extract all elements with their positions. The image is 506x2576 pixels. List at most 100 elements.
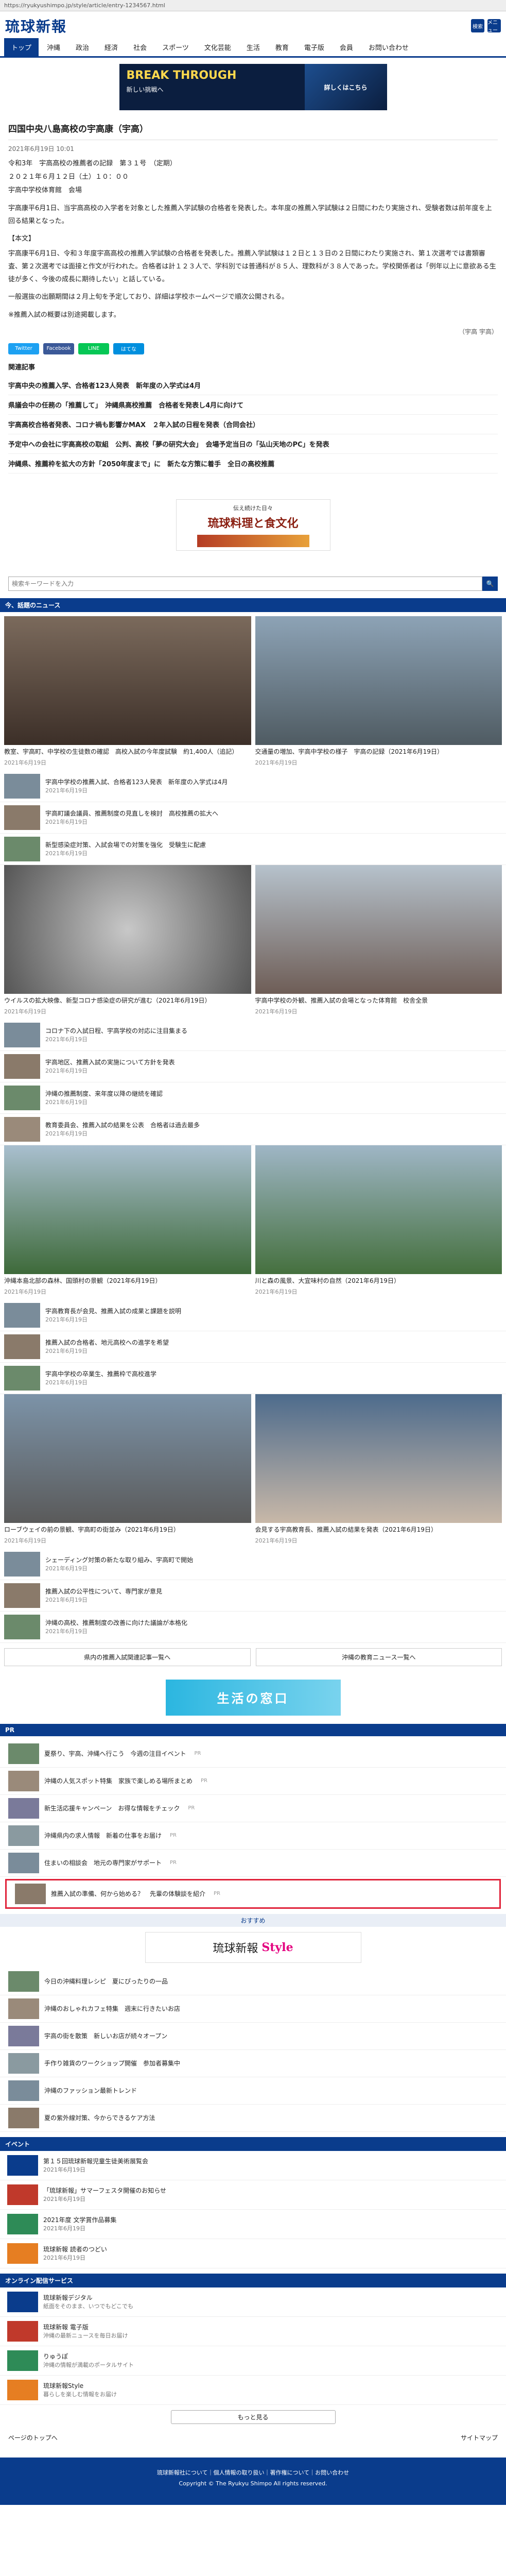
thumbnail-image <box>4 836 40 861</box>
feature-card[interactable]: ローブウェイの前の景観、宇高町の街並み（2021年6月19日） 2021年6月1… <box>4 1394 251 1545</box>
thumbnail-image <box>4 773 40 799</box>
list-item-date: 2021年6月19日 <box>45 850 88 857</box>
nav-item[interactable]: 政治 <box>68 38 96 56</box>
share-line-button[interactable]: LINE <box>78 343 109 354</box>
list-item[interactable]: 宇高教育長が会見、推薦入試の成果と課題を説明 2021年6月19日 <box>0 1300 506 1331</box>
search-input[interactable] <box>8 576 482 591</box>
side-block-item[interactable]: 琉球新報デジタル 紙面をそのまま、いつでもどこでも <box>0 2287 506 2317</box>
list-item[interactable]: 沖縄の推薦制度、来年度以降の継続を確認 2021年6月19日 <box>0 1082 506 1114</box>
list-item[interactable]: 推薦入試の公平性について、専門家が意見 2021年6月19日 <box>0 1580 506 1612</box>
pr-item[interactable]: 新生活応援キャンペーン お得な情報をチェック PR <box>0 1795 506 1822</box>
pr-item-title: 手作り雑貨のワークショップ開催 参加者募集中 <box>44 2060 181 2067</box>
nav-item[interactable]: お問い合わせ <box>361 38 416 56</box>
nav-item[interactable]: トップ <box>4 38 39 56</box>
footer-nav[interactable]: 琉球新報社について｜個人情報の取り扱い｜著作権について｜お問い合わせ <box>10 2468 496 2479</box>
feature-card[interactable]: 沖縄本島北部の森林、国頭村の景観（2021年6月19日） 2021年6月19日 <box>4 1145 251 1296</box>
side-block-item[interactable]: りゅうぽ 沖縄の情報が満載のポータルサイト <box>0 2346 506 2376</box>
pr-item[interactable]: 夏の紫外線対策、今からできるケア方法 <box>0 2105 506 2132</box>
pr-item[interactable]: 手作り雑貨のワークショップ開催 参加者募集中 <box>0 2050 506 2077</box>
menu-icon[interactable]: メニュー <box>487 19 501 33</box>
url-bar[interactable]: https://ryukyushimpo.jp/style/article/en… <box>0 0 506 11</box>
feature-card[interactable]: ウイルスの拡大映像、新型コロナ感染症の研究が進む（2021年6月19日） 202… <box>4 865 251 1015</box>
thumbnail-image <box>8 2080 39 2101</box>
share-hatena-button[interactable]: はてな <box>113 343 144 354</box>
list-item[interactable]: 宇高地区、推薦入試の実施について方針を発表 2021年6月19日 <box>0 1051 506 1082</box>
side-block-item[interactable]: 琉球新報 電子版 沖縄の最新ニュースを毎日お届け <box>0 2317 506 2346</box>
side-block: オンライン配信サービス 琉球新報デジタル 紙面をそのまま、いつでもどこでも 琉球新報 … <box>0 2273 506 2405</box>
thumbnail-image <box>4 1302 40 1328</box>
thumbnail-image <box>8 1852 39 1873</box>
list-item[interactable]: 推薦入試の合格者、地元高校への進学を希望 2021年6月19日 <box>0 1331 506 1363</box>
pr-item[interactable]: 夏祭り、宇高、沖縄へ行こう 今週の注目イベント PR <box>0 1740 506 1768</box>
link-box[interactable]: 県内の推薦入試関連記事一覧へ <box>4 1648 251 1666</box>
list-item[interactable]: 宇高中学校の推薦入試、合格者123人発表 新年度の入学式は4月 2021年6月19… <box>0 771 506 802</box>
nav-item[interactable]: スポーツ <box>155 38 196 56</box>
related-item[interactable]: 県議会中の任務の「推薦して」 沖縄県高校推薦 合格者を発表し4月に向けて <box>8 395 498 415</box>
feature-card[interactable]: 宇高中学校の外観、推薦入試の会場となった体育館 校舎全景 2021年6月19日 <box>255 865 502 1015</box>
pr-item[interactable]: 沖縄県内の求人情報 新着の仕事をお届け PR <box>0 1822 506 1850</box>
related-item[interactable]: 宇高高校合格者発表、コロナ禍も影響かMAX ２年入試の日程を発表（合同会社） <box>8 415 498 434</box>
pr-item[interactable]: 沖縄のおしゃれカフェ特集 週末に行きたいお店 <box>0 1995 506 2023</box>
side-block-item[interactable]: 琉球新報 読者のつどい 2021年6月19日 <box>0 2239 506 2268</box>
list-item-title: 宇高教育長が会見、推薦入試の成果と課題を説明 <box>45 1307 182 1315</box>
nav-item[interactable]: 文化芸能 <box>197 38 238 56</box>
pr-item[interactable]: 今日の沖縄料理レシピ 夏にぴったりの一品 <box>0 1968 506 1995</box>
pr-tag: PR <box>170 1860 177 1866</box>
list-item[interactable]: 宇高中学校の卒業生、推薦枠で高校進学 2021年6月19日 <box>0 1363 506 1394</box>
related-item[interactable]: 沖縄県、推薦枠を拡大の方針「2050年度まで」に 新たな方策に着手 全日の高校推… <box>8 454 498 473</box>
nav-item[interactable]: 生活 <box>239 38 267 56</box>
pr-item[interactable]: 宇高の街を散策 新しいお店が続々オープン <box>0 2023 506 2050</box>
list-item[interactable]: シェーディング対策の新たな取り組み、宇高町で開始 2021年6月19日 <box>0 1549 506 1580</box>
side-block-item[interactable]: 琉球新報Style 暮らしを楽しむ情報をお届け <box>0 2376 506 2405</box>
pr-list: 夏祭り、宇高、沖縄へ行こう 今週の注目イベント PR 沖縄の人気スポット特集 家族で… <box>0 1740 506 1909</box>
search-icon[interactable]: 検索 <box>471 19 484 32</box>
pr-item[interactable]: 沖縄のファッション最新トレンド <box>0 2077 506 2105</box>
feature-card[interactable]: 会見する宇高教育長、推薦入試の結果を発表（2021年6月19日） 2021年6月… <box>255 1394 502 1545</box>
seikatsu-banner[interactable]: 生活の窓口 <box>165 1679 341 1716</box>
pr-item[interactable]: 住まいの相談会 地元の専門家がサポート PR <box>0 1850 506 1877</box>
banner-cta[interactable]: 詳しくはこちら <box>304 64 387 110</box>
feature-card[interactable]: 交通量の増加、宇高中学校の様子 宇高の記録（2021年6月19日） 2021年6… <box>255 616 502 767</box>
list-item-title: 沖縄の推薦制度、来年度以降の継続を確認 <box>45 1090 163 1097</box>
pr-item[interactable]: 推薦入試の準備、何から始める？ 先輩の体験談を紹介 PR <box>5 1878 501 1909</box>
feature-card[interactable]: 教室、宇高町、中学校の生徒数の確認 高校入試の今年度試験 約1,400人（追記）… <box>4 616 251 767</box>
list-item[interactable]: 宇高町議会議員、推薦制度の見直しを検討 高校推薦の拡大へ 2021年6月19日 <box>0 802 506 834</box>
nav-item[interactable]: 社会 <box>126 38 154 56</box>
nav-item[interactable]: 沖縄 <box>40 38 67 56</box>
pr-item[interactable]: 沖縄の人気スポット特集 家族で楽しめる場所まとめ PR <box>0 1768 506 1795</box>
link-box[interactable]: 沖縄の教育ニュース一覧へ <box>255 1648 502 1666</box>
side-block-item[interactable]: 第１５回琉球新報児童生徒美術展覧会 2021年6月19日 <box>0 2151 506 2180</box>
side-block-item[interactable]: 2021年度 文学賞作品募集 2021年6月19日 <box>0 2210 506 2239</box>
sitemap-link[interactable]: サイトマップ <box>461 2433 498 2442</box>
pr-tag: PR <box>201 1778 207 1784</box>
site-logo[interactable]: 琉球新報 <box>5 15 67 36</box>
thumbnail-image <box>8 1770 39 1791</box>
side-block-item[interactable]: 「琉球新報」サマーフェスタ開催のお知らせ 2021年6月19日 <box>0 2180 506 2210</box>
thumbnail-image <box>8 2025 39 2046</box>
page-top-link[interactable]: ページのトップへ <box>8 2433 58 2442</box>
share-twitter-button[interactable]: Twitter <box>8 343 39 354</box>
list-item[interactable]: 新型感染症対策、入試会場での対策を強化 受験生に配慮 2021年6月19日 <box>0 834 506 865</box>
nav-item[interactable]: 経済 <box>97 38 125 56</box>
style-section-label: おすすめ <box>0 1913 506 1927</box>
style-banner[interactable]: 琉球新報 Style <box>145 1931 361 1963</box>
related-item[interactable]: 宇高中央の推薦入学、合格者123人発表 新年度の入学式は4月 <box>8 376 498 395</box>
list-item[interactable]: 沖縄の高校、推薦制度の改善に向けた議論が本格化 2021年6月19日 <box>0 1612 506 1643</box>
list-item[interactable]: 教育委員会、推薦入試の結果を公表 合格者は過去最多 2021年6月19日 <box>0 1114 506 1145</box>
nav-item[interactable]: 会員 <box>333 38 360 56</box>
food-culture-ad[interactable]: 伝え続けた日々 琉球料理と食文化 <box>176 499 330 551</box>
side-item-sub: 沖縄の情報が満載のポータルサイト <box>43 2361 134 2368</box>
nav-item[interactable]: 教育 <box>268 38 296 56</box>
article-notice: ※推薦入試の概要は別途掲載します。 <box>8 311 120 319</box>
footer-links: ページのトップへ サイトマップ <box>0 2428 506 2447</box>
list-item[interactable]: コロナ下の入試日程、宇高学校の対応に注目集まる 2021年6月19日 <box>0 1020 506 1051</box>
list-item-title: 新型感染症対策、入試会場での対策を強化 受験生に配慮 <box>45 841 206 849</box>
search-button-icon[interactable]: 🔍 <box>482 576 498 591</box>
feature-card[interactable]: 川と森の風景、大宜味村の自然（2021年6月19日） 2021年6月19日 <box>255 1145 502 1296</box>
top-banner-ad[interactable]: BREAK THROUGH 新しい挑戦へ 詳しくはこちら <box>119 64 387 110</box>
site-footer: 琉球新報社について｜個人情報の取り扱い｜著作権について｜お問い合わせ Copyr… <box>0 2457 506 2505</box>
nav-item[interactable]: 電子版 <box>297 38 331 56</box>
more-button[interactable]: もっと見る <box>170 2410 336 2424</box>
share-facebook-button[interactable]: Facebook <box>43 343 74 354</box>
related-item[interactable]: 予定中への会社に宇高高校の取組 公判、高校「夢の研究大会」 会場予定当日の「弘山… <box>8 434 498 454</box>
